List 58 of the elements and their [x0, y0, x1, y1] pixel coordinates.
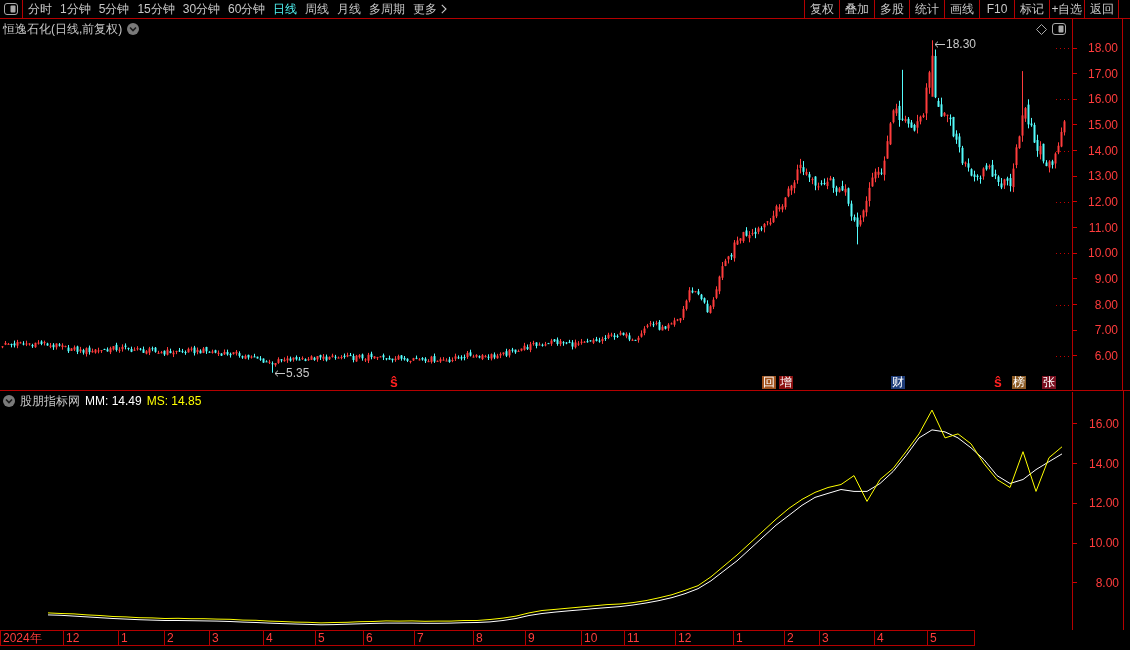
price-axis-label: 16.00: [1087, 92, 1119, 107]
period-tab[interactable]: 15分钟: [133, 0, 179, 18]
period-tab[interactable]: 周线: [301, 0, 334, 18]
period-tab[interactable]: 日线: [269, 0, 302, 18]
indicator-value: : 14.85: [164, 394, 202, 408]
price-axis-label: 15.00: [1087, 117, 1119, 132]
date-label: 11: [624, 631, 675, 645]
legend-label: MS: [146, 394, 165, 408]
more-menu[interactable]: 更多: [409, 0, 452, 18]
indicator-axis-label: 12.00: [1088, 496, 1120, 511]
date-label: 6: [363, 631, 414, 645]
period-tab[interactable]: 30分钟: [178, 0, 225, 18]
date-label: 8: [473, 631, 525, 645]
date-label: 3: [819, 631, 874, 645]
date-label: 5: [315, 631, 363, 645]
price-axis-label: 13.00: [1087, 169, 1119, 184]
price-axis-label: 7.00: [1094, 323, 1119, 338]
period-tab[interactable]: 多周期: [365, 0, 410, 18]
price-axis-label: 18.00: [1087, 41, 1119, 55]
date-label: 1: [733, 631, 784, 645]
price-axis-label: 9.00: [1094, 271, 1119, 286]
date-label: 2: [784, 631, 819, 645]
indicator-name: 股朋指标网: [20, 392, 80, 410]
period-tab[interactable]: 60分钟: [224, 0, 270, 18]
chevron-right-icon: [441, 4, 448, 14]
period-tab[interactable]: 1分钟: [56, 0, 95, 18]
date-label: 10: [581, 631, 624, 645]
date-label: 3: [209, 631, 263, 645]
indicator-axis-label: 14.00: [1088, 456, 1120, 471]
date-label: 2024年: [0, 631, 63, 645]
price-axis-label: 14.00: [1087, 143, 1119, 158]
period-tab[interactable]: 分时: [24, 0, 56, 18]
toolbar-button[interactable]: 返回: [1084, 0, 1119, 18]
date-label: 1: [118, 631, 164, 645]
legend-label: MM: [85, 394, 105, 408]
period-tab[interactable]: 月线: [333, 0, 366, 18]
date-label: 7: [414, 631, 473, 645]
price-axis-label: 10.00: [1087, 246, 1119, 261]
date-label: 5: [927, 631, 974, 645]
price-axis-label: 12.00: [1087, 194, 1119, 209]
date-label: 2: [164, 631, 209, 645]
indicator-axis-label: 10.00: [1088, 536, 1120, 551]
indicator-axis-label: 16.00: [1088, 416, 1120, 431]
date-label: 12: [675, 631, 733, 645]
toolbar-button[interactable]: +自选: [1049, 0, 1084, 18]
price-axis-label: 11.00: [1088, 220, 1119, 235]
dropdown-icon[interactable]: [3, 395, 15, 407]
price-axis-label: 6.00: [1094, 348, 1119, 363]
date-label: 4: [874, 631, 927, 645]
panel-icon: [4, 3, 18, 15]
date-label: 4: [263, 631, 315, 645]
price-axis-label: 8.00: [1094, 297, 1119, 312]
period-tab[interactable]: 5分钟: [94, 0, 134, 18]
price-axis-label: 17.00: [1087, 66, 1119, 81]
indicator-value: : 14.49: [105, 394, 142, 408]
date-label: 9: [525, 631, 581, 645]
date-label: 12: [63, 631, 118, 645]
indicator-axis-label: 8.00: [1095, 575, 1120, 590]
